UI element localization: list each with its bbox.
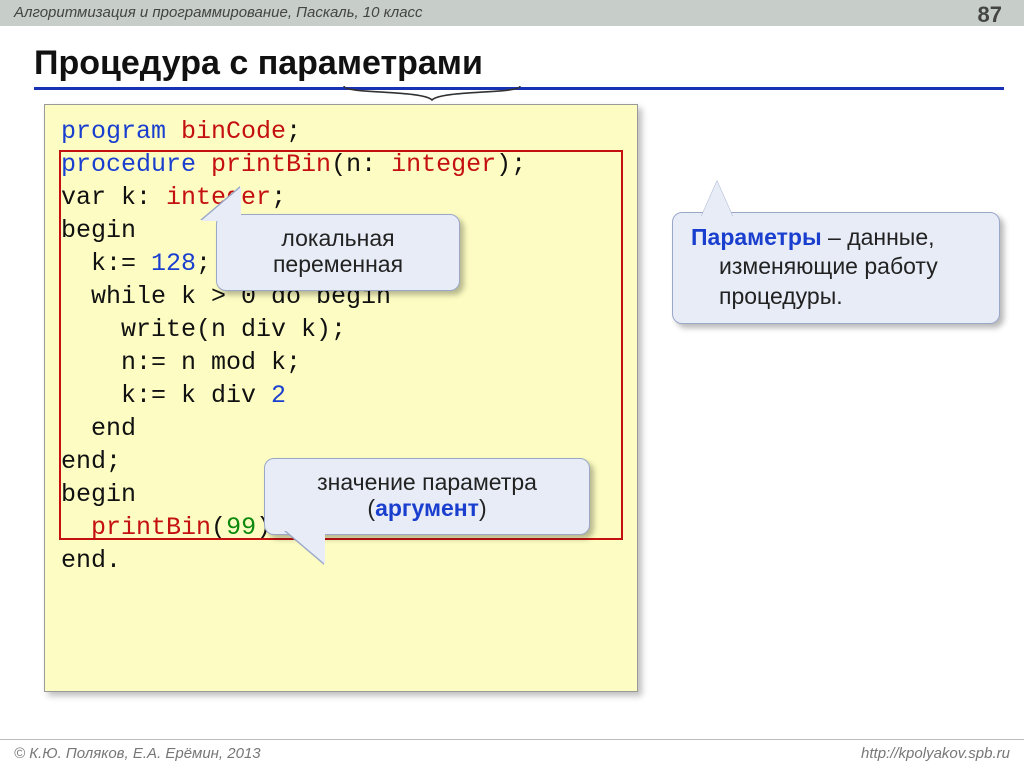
callout-text: переменная [235,251,441,277]
callout-keyword: Параметры [691,224,822,250]
code-box: program binCode; procedure printBin(n: i… [44,104,638,692]
callout-local-variable: локальная переменная [216,214,460,291]
id-printbin: printBin [211,150,331,179]
lit-128: 128 [151,249,196,278]
brace-icon [342,84,522,102]
callout-text: локальная [235,225,441,251]
callout-argument: значение параметра (аргумент) [264,458,590,535]
type-integer: integer [391,150,496,179]
slide: Алгоритмизация и программирование, Паска… [0,0,1024,768]
kw-procedure: procedure [61,150,211,179]
call-printbin: printBin [91,513,211,542]
callout-keyword: аргумент [375,495,479,521]
footer-url: http://kpolyakov.spb.ru [861,740,1010,768]
page-number: 87 [978,2,1002,28]
lit-2: 2 [271,381,286,410]
callout-tail-icon [201,187,241,221]
callout-parameters: Параметры – данные, изменяющие работу пр… [672,212,1000,324]
breadcrumb: Алгоритмизация и программирование, Паска… [14,4,423,21]
slide-footer: © К.Ю. Поляков, Е.А. Ерёмин, 2013 http:/… [0,739,1024,768]
callout-text: значение параметра [283,469,571,495]
callout-tail-icon [285,530,325,564]
arg-99: 99 [226,513,256,542]
callout-tail-icon [701,181,733,217]
footer-copyright: © К.Ю. Поляков, Е.А. Ерёмин, 2013 [14,740,261,768]
id-bincode: binCode [181,117,286,146]
slide-header: Алгоритмизация и программирование, Паска… [0,0,1024,26]
kw-program: program [61,117,181,146]
